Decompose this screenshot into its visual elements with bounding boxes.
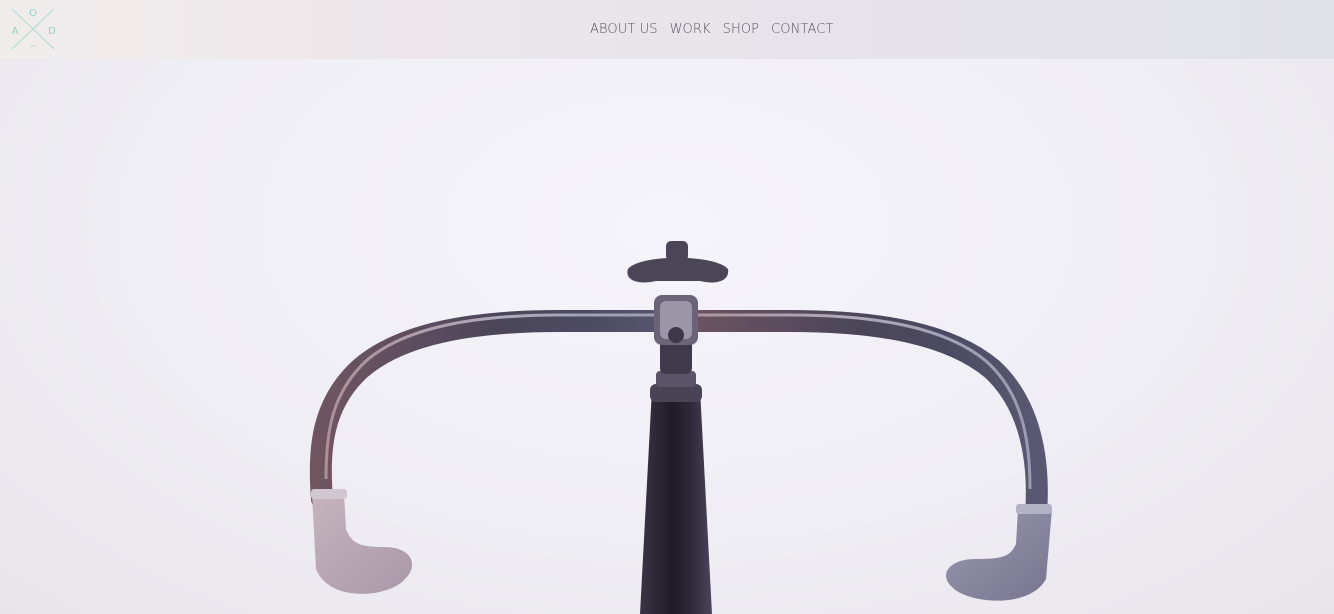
logo-letter-left: A — [12, 26, 19, 37]
nav-link-work[interactable]: WORK — [664, 0, 717, 59]
handlebar-right — [665, 310, 1048, 525]
handlebar-left — [309, 310, 687, 510]
bicycle-handlebar-illustration — [309, 241, 1052, 614]
saddle — [627, 257, 729, 283]
right-grip — [946, 509, 1052, 601]
logo-letter-top: O — [29, 8, 37, 19]
logo-letter-right: D — [48, 26, 56, 37]
logo-mark-icon: O A D est. — [12, 8, 56, 50]
site-logo[interactable]: O A D est. — [8, 5, 58, 51]
hero-image — [0, 59, 1334, 614]
logo-small-text: est. — [30, 44, 36, 48]
head-tube — [640, 389, 712, 614]
nav-link-about-us[interactable]: ABOUT US — [584, 0, 664, 59]
main-nav: ABOUT US WORK SHOP CONTACT — [584, 0, 839, 59]
nav-link-contact[interactable]: CONTACT — [765, 0, 839, 59]
nav-link-shop[interactable]: SHOP — [717, 0, 766, 59]
left-grip — [312, 494, 413, 594]
site-header: O A D est. ABOUT US WORK SHOP CONTACT — [0, 0, 1334, 59]
